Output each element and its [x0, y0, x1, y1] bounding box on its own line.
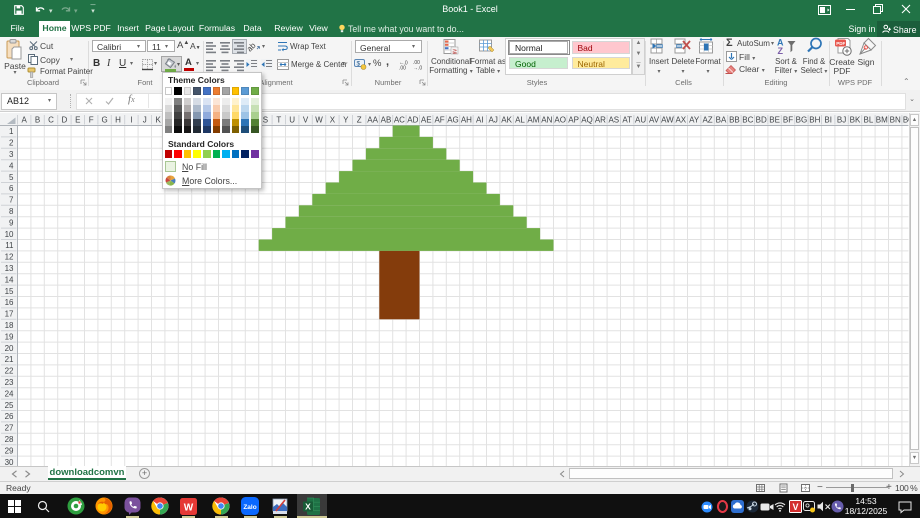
svg-text:AD: AD: [407, 116, 418, 125]
svg-text:24: 24: [5, 389, 14, 398]
svg-text:AO: AO: [554, 116, 566, 125]
svg-text:19: 19: [5, 332, 14, 341]
svg-text:12: 12: [5, 253, 14, 262]
svg-text:B: B: [35, 116, 40, 125]
svg-text:AH: AH: [461, 116, 472, 125]
svg-text:$: $: [357, 61, 361, 68]
svg-text:18: 18: [5, 321, 14, 330]
svg-text:28: 28: [5, 435, 14, 444]
svg-text:I: I: [130, 116, 132, 125]
svg-text:AA: AA: [367, 116, 378, 125]
svg-text:7: 7: [9, 196, 14, 205]
svg-text:11: 11: [5, 241, 14, 250]
svg-text:AN: AN: [541, 116, 552, 125]
svg-text:14: 14: [5, 275, 14, 284]
svg-text:AG: AG: [447, 116, 459, 125]
svg-text:AZ: AZ: [702, 116, 712, 125]
svg-text:BE: BE: [769, 116, 780, 125]
svg-text:F: F: [89, 116, 94, 125]
svg-text:V: V: [792, 502, 798, 512]
svg-text:H: H: [115, 116, 121, 125]
svg-text:13: 13: [5, 264, 14, 273]
svg-text:23: 23: [5, 378, 14, 387]
svg-text:9: 9: [9, 218, 14, 227]
svg-text:BG: BG: [796, 116, 808, 125]
svg-text:BA: BA: [716, 116, 727, 125]
svg-text:AS: AS: [608, 116, 619, 125]
svg-text:15: 15: [5, 287, 14, 296]
svg-text:3: 3: [9, 150, 14, 159]
svg-text:U: U: [289, 116, 295, 125]
svg-text:BI: BI: [824, 116, 832, 125]
svg-text:AE: AE: [421, 116, 432, 125]
svg-text:BJ: BJ: [837, 116, 846, 125]
svg-text:D: D: [62, 116, 68, 125]
svg-text:AX: AX: [675, 116, 686, 125]
svg-text:J: J: [143, 116, 147, 125]
svg-text:25: 25: [5, 401, 14, 410]
svg-text:PDF: PDF: [836, 41, 845, 46]
svg-text:20: 20: [5, 344, 14, 353]
svg-text:G: G: [101, 116, 107, 125]
svg-text:BK: BK: [850, 116, 861, 125]
svg-text:AW: AW: [661, 116, 674, 125]
svg-text:BL: BL: [864, 116, 874, 125]
svg-text:V: V: [303, 116, 309, 125]
svg-text:→.0: →.0: [413, 66, 422, 72]
svg-text:BN: BN: [890, 116, 901, 125]
svg-text:AL: AL: [515, 116, 525, 125]
svg-text:AU: AU: [635, 116, 646, 125]
svg-text:E: E: [75, 116, 80, 125]
svg-text:BM: BM: [876, 116, 888, 125]
svg-text:AT: AT: [622, 116, 632, 125]
svg-text:BB: BB: [729, 116, 740, 125]
svg-text:BF: BF: [783, 116, 793, 125]
svg-text:AK: AK: [501, 116, 512, 125]
svg-text:≩: ≩: [452, 48, 458, 55]
svg-text:29: 29: [5, 446, 14, 455]
svg-text:26: 26: [5, 412, 14, 421]
svg-text:6: 6: [9, 184, 14, 193]
svg-text:27: 27: [5, 424, 14, 433]
svg-text:AM: AM: [527, 116, 539, 125]
svg-text:AF: AF: [434, 116, 444, 125]
svg-text:21: 21: [5, 355, 14, 364]
svg-text:2: 2: [9, 139, 14, 148]
svg-text:AC: AC: [394, 116, 405, 125]
svg-text:AJ: AJ: [489, 116, 498, 125]
svg-text:22: 22: [5, 367, 14, 376]
svg-text:10: 10: [5, 230, 14, 239]
svg-text:17: 17: [5, 310, 14, 319]
svg-text:1: 1: [9, 127, 14, 136]
svg-text:Y: Y: [343, 116, 349, 125]
svg-text:.00: .00: [399, 66, 406, 72]
svg-text:K: K: [156, 116, 162, 125]
svg-text:X: X: [305, 501, 311, 511]
svg-text:AR: AR: [595, 116, 606, 125]
svg-text:8: 8: [9, 207, 14, 216]
svg-text:16: 16: [5, 298, 14, 307]
svg-text:T: T: [276, 116, 281, 125]
svg-text:Z: Z: [778, 46, 784, 56]
svg-text:BH: BH: [809, 116, 820, 125]
svg-text:5: 5: [9, 173, 14, 182]
svg-text:AB: AB: [381, 116, 392, 125]
svg-text:W: W: [184, 502, 194, 513]
svg-text:BD: BD: [756, 116, 767, 125]
svg-text:AQ: AQ: [581, 116, 593, 125]
svg-text:C: C: [48, 116, 54, 125]
svg-text:4: 4: [9, 161, 14, 170]
svg-text:Z: Z: [357, 116, 362, 125]
svg-text:BC: BC: [742, 116, 753, 125]
svg-text:AY: AY: [689, 116, 700, 125]
svg-text:A: A: [22, 116, 28, 125]
svg-text:W: W: [315, 116, 323, 125]
svg-text:X: X: [330, 116, 336, 125]
svg-text:AI: AI: [476, 116, 484, 125]
svg-text:AP: AP: [568, 116, 579, 125]
svg-text:AV: AV: [649, 116, 660, 125]
svg-text:Zalo: Zalo: [243, 504, 256, 511]
